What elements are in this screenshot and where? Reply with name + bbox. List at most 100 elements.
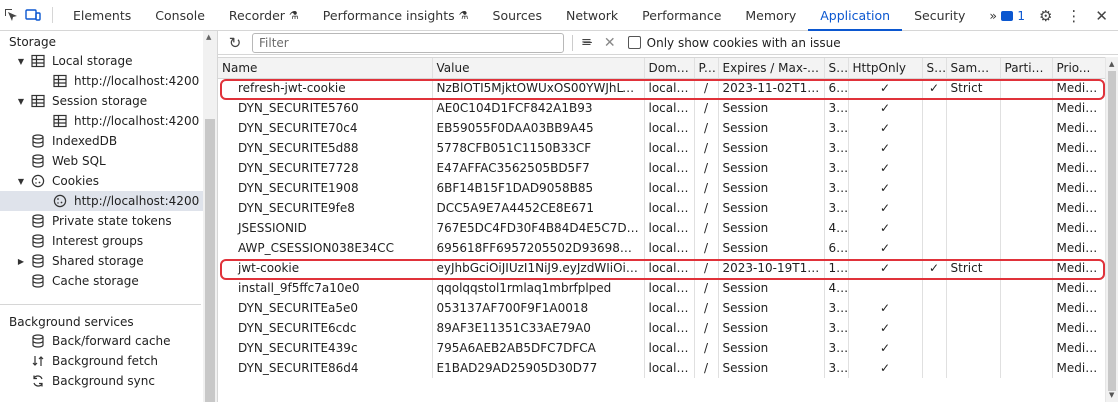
sidebar-item-local-storage[interactable]: ▼ Local storage xyxy=(0,51,217,71)
tab-console[interactable]: Console xyxy=(143,0,217,30)
table-row[interactable]: jwt-cookie eyJhbGciOiJIUzI1NiJ9.eyJzdWIiO… xyxy=(218,258,1106,278)
cell-name: jwt-cookie xyxy=(218,258,433,278)
tab-performance[interactable]: Performance xyxy=(630,0,733,30)
sidebar-item-http-localhost-4200[interactable]: http://localhost:4200 xyxy=(0,111,217,131)
table-scroll-thumb[interactable] xyxy=(1108,71,1116,391)
tab-elements[interactable]: Elements xyxy=(61,0,143,30)
table-row[interactable]: DYN_SECURITE70c4 EB59055F0DAA03BB9A45 loca… xyxy=(218,118,1106,138)
column-header[interactable]: S... xyxy=(922,58,947,79)
table-row[interactable]: DYN_SECURITE7728 E47AFFAC3562505BD5F7 loca… xyxy=(218,158,1106,178)
column-header[interactable]: HttpOnly xyxy=(848,58,923,79)
sidebar-item-label: Background sync xyxy=(52,374,155,388)
only-issues-label: Only show cookies with an issue xyxy=(646,35,841,50)
cell-value: 5778CFB051C1150B33CF xyxy=(432,138,645,158)
table-row[interactable]: DYN_SECURITE6cdc 89AF3E11351C33AE79A0 loca… xyxy=(218,318,1106,338)
cell-expires-max-a-: Session xyxy=(718,198,825,218)
cell-prio-: Mediu... xyxy=(1052,258,1106,278)
column-header[interactable]: Name xyxy=(218,58,433,79)
column-header[interactable]: Value xyxy=(432,58,645,79)
table-scrollbar[interactable]: ▲ ▼ xyxy=(1105,57,1118,402)
cell-httponly: ✓ xyxy=(848,98,923,118)
column-header[interactable]: Expires / Max-A... xyxy=(718,58,825,79)
cell-s-: 36 xyxy=(824,198,849,218)
gear-icon[interactable]: ⚙ xyxy=(1039,7,1052,25)
column-header[interactable]: Partiti... xyxy=(1000,58,1053,79)
sidebar-item-http-localhost-4200[interactable]: http://localhost:4200 xyxy=(0,71,217,91)
sidebar-scroll-thumb[interactable] xyxy=(205,119,215,402)
kebab-menu-icon[interactable]: ⋮ xyxy=(1066,7,1081,25)
column-header[interactable]: S... xyxy=(824,58,849,79)
tab-recorder[interactable]: Recorder ⚗ xyxy=(217,0,311,30)
table-row[interactable]: AWP_CSESSION038E34CC 695618FF6957205502D9… xyxy=(218,238,1106,258)
column-header[interactable]: Domain xyxy=(644,58,695,79)
tab-security[interactable]: Security xyxy=(902,0,977,30)
filter-input[interactable] xyxy=(252,32,564,53)
cell-httponly: ✓ xyxy=(848,118,923,138)
tab-sources[interactable]: Sources xyxy=(481,0,554,30)
database-icon xyxy=(30,334,46,348)
cell-value: EB59055F0DAA03BB9A45 xyxy=(432,118,645,138)
cell-expires-max-a-: Session xyxy=(718,358,825,378)
table-row[interactable]: DYN_SECURITE9fe8 DCC5A9E7A4452CE8E671 loca… xyxy=(218,198,1106,218)
expand-arrow-icon[interactable]: ▼ xyxy=(16,177,26,186)
refresh-icon[interactable]: ↻ xyxy=(224,34,246,52)
table-row[interactable]: DYN_SECURITE5d88 5778CFB051C1150B33CF loca… xyxy=(218,138,1106,158)
sidebar-item-private-state-tokens[interactable]: Private state tokens xyxy=(0,211,217,231)
clear-all-icon[interactable]: ≡̶ xyxy=(581,35,592,50)
sidebar-scrollbar[interactable]: ▲ xyxy=(203,31,217,402)
table-row[interactable]: refresh-jwt-cookie NzBlOTI5MjktOWUxOS00YW… xyxy=(218,78,1106,98)
sidebar-item-shared-storage[interactable]: ▶ Shared storage xyxy=(0,251,217,271)
column-header[interactable]: Prio... xyxy=(1052,58,1106,79)
sidebar-item-back-forward-cache[interactable]: Back/forward cache xyxy=(0,331,217,351)
only-issues-checkbox[interactable] xyxy=(627,36,641,49)
table-row[interactable]: DYN_SECURITE5760 AE0C104D1FCF842A1B93 loca… xyxy=(218,98,1106,118)
messages-button[interactable]: 1 xyxy=(1001,9,1025,23)
cell-prio-: Mediu... xyxy=(1052,178,1106,198)
cell-value: 6BF14B15F1DAD9058B85 xyxy=(432,178,645,198)
close-icon[interactable]: ✕ xyxy=(1095,7,1108,25)
sidebar-item-http-localhost-4200[interactable]: http://localhost:4200 xyxy=(0,191,217,211)
table-row[interactable]: DYN_SECURITE439c 795A6AEB2AB5DFC7DFCA loca… xyxy=(218,338,1106,358)
scroll-up-icon[interactable]: ▲ xyxy=(1109,60,1114,68)
device-toolbar-icon[interactable] xyxy=(22,0,44,30)
column-header[interactable]: Same... xyxy=(946,58,1001,79)
cell-expires-max-a-: Session xyxy=(718,158,825,178)
tab-network[interactable]: Network xyxy=(554,0,630,30)
collapse-arrow-icon[interactable]: ▶ xyxy=(16,257,26,266)
column-header[interactable]: P... xyxy=(694,58,719,79)
expand-arrow-icon[interactable]: ▼ xyxy=(16,57,26,66)
sidebar-item-cookies[interactable]: ▼ Cookies xyxy=(0,171,217,191)
table-row[interactable]: JSESSIONID767E5DC4FD30F4B84D4E5C7D45DB..… xyxy=(218,218,1106,238)
sidebar-item-indexeddb[interactable]: IndexedDB xyxy=(0,131,217,151)
cell-partiti- xyxy=(1000,318,1053,338)
inspect-element-icon[interactable] xyxy=(0,0,22,30)
scroll-down-icon[interactable]: ▼ xyxy=(1109,391,1114,399)
tab-memory[interactable]: Memory xyxy=(733,0,808,30)
scroll-up-icon[interactable]: ▲ xyxy=(206,33,211,41)
cell-prio-: Mediu... xyxy=(1052,218,1106,238)
sidebar-item-cache-storage[interactable]: Cache storage xyxy=(0,271,217,291)
table-row[interactable]: install_9f5ffc7a10e0 qqolqqstol1rmlaq1mbr… xyxy=(218,278,1106,298)
sidebar-item-background-sync[interactable]: Background sync xyxy=(0,371,217,391)
cell-prio-: Mediu... xyxy=(1052,318,1106,338)
sidebar-item-interest-groups[interactable]: Interest groups xyxy=(0,231,217,251)
tab-performance-insights[interactable]: Performance insights ⚗ xyxy=(311,0,481,30)
sidebar-item-background-fetch[interactable]: Background fetch xyxy=(0,351,217,371)
table-row[interactable]: DYN_SECURITE1908 6BF14B15F1DAD9058B85 loca… xyxy=(218,178,1106,198)
expand-arrow-icon[interactable]: ▼ xyxy=(16,97,26,106)
cell-expires-max-a-: Session xyxy=(718,138,825,158)
cookie-icon xyxy=(52,194,68,208)
cell-expires-max-a-: 2023-10-19T12:... xyxy=(718,258,825,278)
table-row[interactable]: DYN_SECURITE86d4 E1BAD29AD25905D30D77 loca… xyxy=(218,358,1106,378)
sidebar-item-web-sql[interactable]: Web SQL xyxy=(0,151,217,171)
delete-selected-icon[interactable]: ✕ xyxy=(604,35,616,51)
message-icon xyxy=(1001,10,1014,21)
cell-httponly: ✓ xyxy=(848,318,923,338)
table-row[interactable]: DYN_SECURITEa5e0 053137AF700F9F1A0018 loca… xyxy=(218,298,1106,318)
tab-application[interactable]: Application xyxy=(808,0,902,31)
cell-partiti- xyxy=(1000,338,1053,358)
cell-same- xyxy=(946,278,1001,298)
cell-s-: 42 xyxy=(824,218,849,238)
cell-s-: 36 xyxy=(824,338,849,358)
sidebar-item-session-storage[interactable]: ▼ Session storage xyxy=(0,91,217,111)
